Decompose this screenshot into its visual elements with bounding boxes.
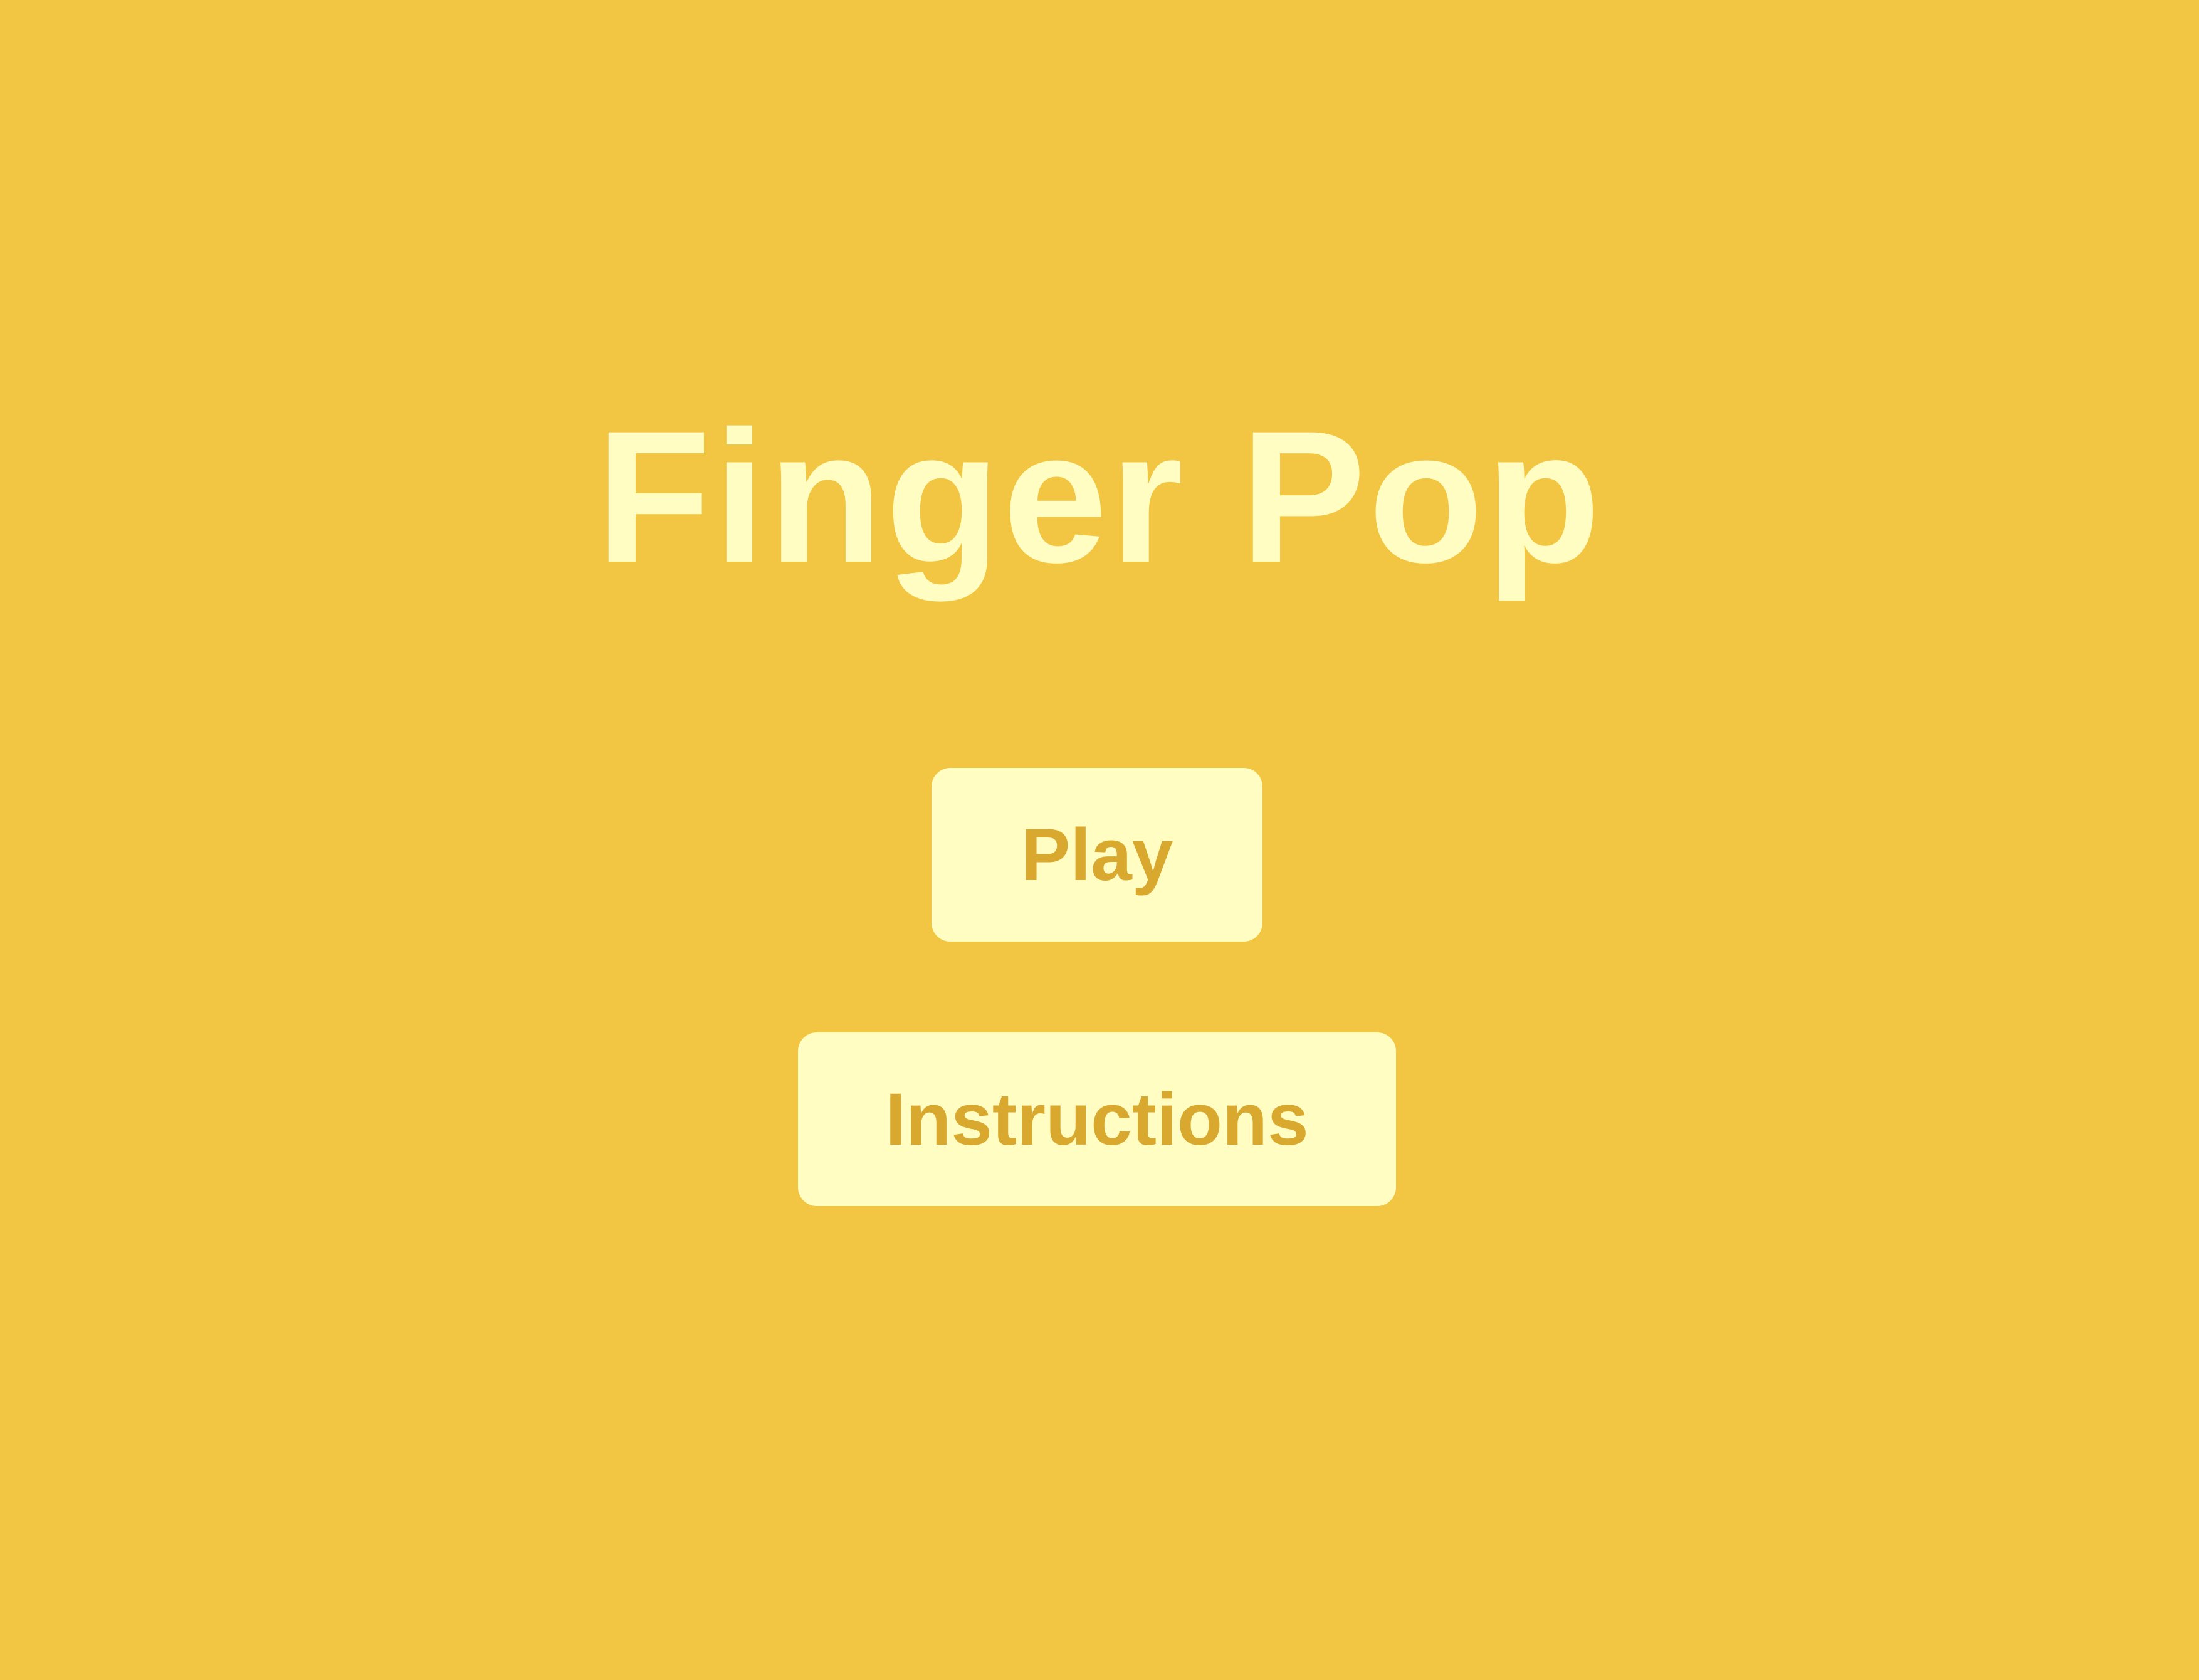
instructions-button-label: Instructions — [885, 1078, 1309, 1161]
game-title: Finger Pop — [596, 391, 1603, 602]
play-button[interactable]: Play — [932, 768, 1262, 942]
instructions-button[interactable]: Instructions — [798, 1032, 1396, 1206]
play-button-label: Play — [1021, 813, 1173, 896]
game-menu-screen: { "game": { "title": "Finger Pop" }, "me… — [0, 0, 2199, 1680]
